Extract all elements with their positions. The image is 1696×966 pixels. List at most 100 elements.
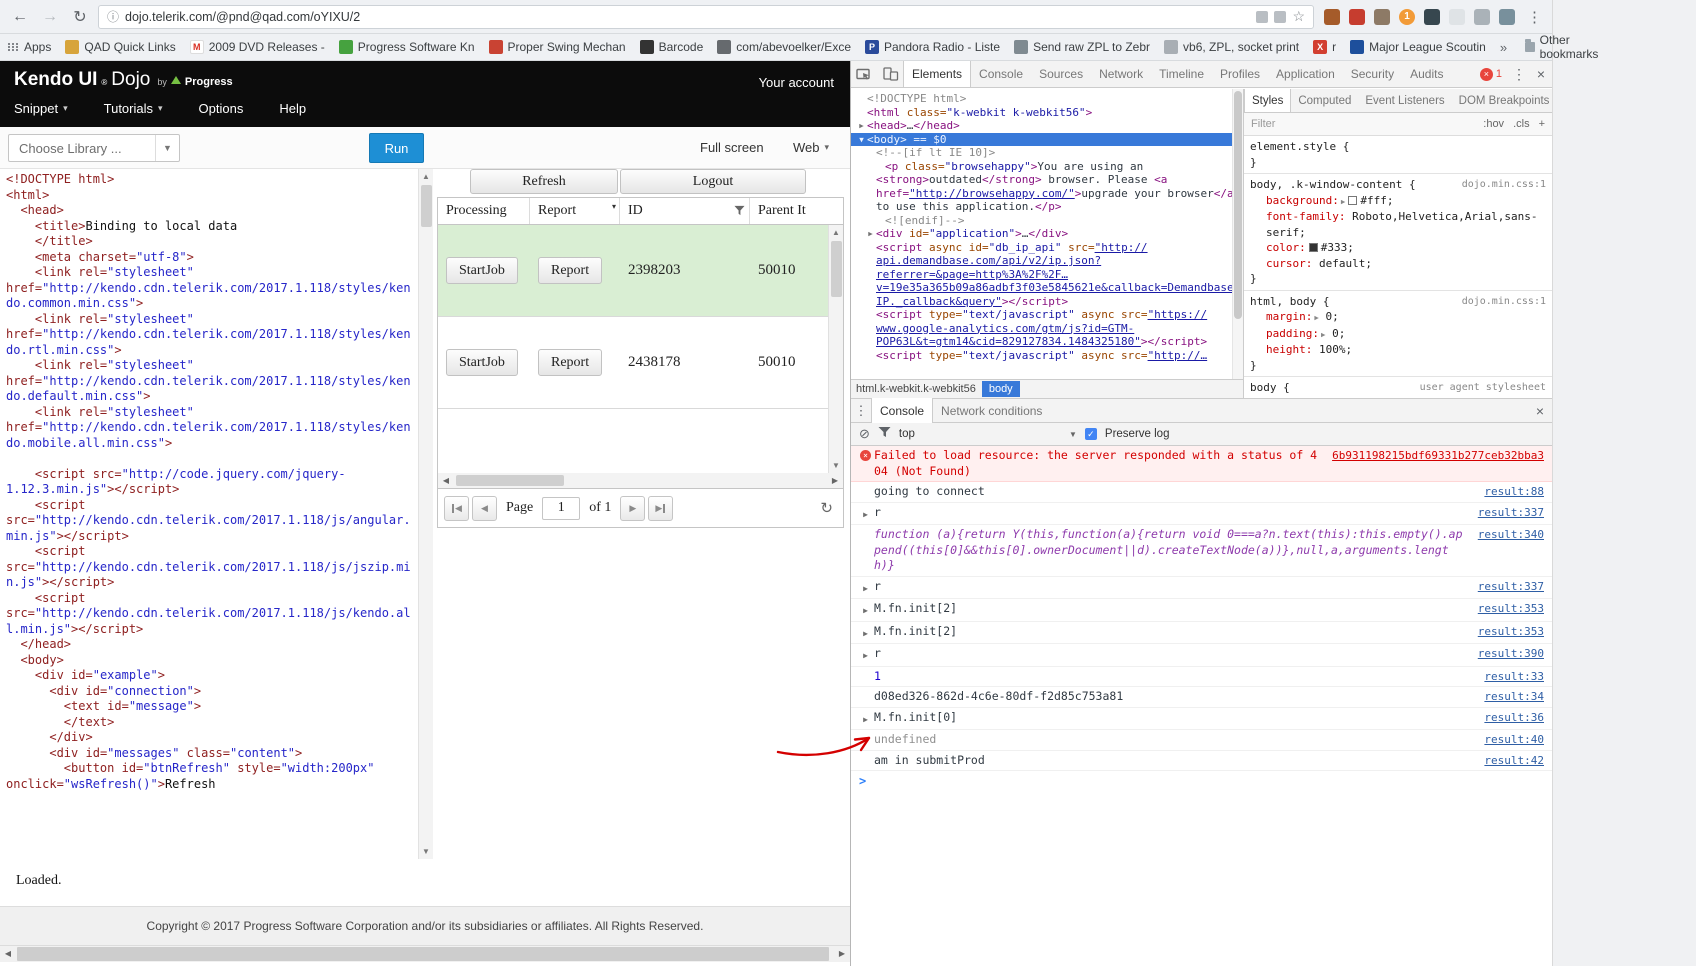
report-row-button[interactable]: Report [538,257,603,284]
inspect-element-icon[interactable] [851,61,877,87]
elements-tree-node[interactable]: to use this application.</p> [851,200,1243,214]
extension-icon[interactable] [1499,8,1515,25]
tab-audits[interactable]: Audits [1402,61,1451,87]
web-select[interactable]: Web ▾ [793,140,829,155]
report-row-button[interactable]: Report [538,349,603,376]
filter-icon[interactable] [878,425,891,443]
drawer-menu-icon[interactable]: ⋮ [851,403,871,419]
menu-help[interactable]: Help [279,101,306,116]
pager-last-button[interactable]: ▶ [648,495,674,521]
styles-tab-dom-breakpoints[interactable]: DOM Breakpoints [1452,89,1552,112]
choose-library-select[interactable]: Choose Library ... ▼ [8,134,180,162]
error-count-badge[interactable]: × 1 [1479,67,1502,81]
scroll-down-arrow[interactable]: ▼ [829,458,843,473]
tab-application[interactable]: Application [1268,61,1343,87]
other-bookmarks[interactable]: Other bookmarks [1525,33,1603,61]
elements-tree-node[interactable]: href="http://browsehappy.com/">upgrade y… [851,187,1243,201]
elements-tree-node[interactable]: <!--[if lt IE 10]> [851,146,1243,160]
elements-tree-node[interactable]: <strong>outdated</strong> browser. Pleas… [851,173,1243,187]
pager-refresh-icon[interactable]: ↻ [820,499,833,518]
grid-column-header-report[interactable]: Report ▾ [530,198,620,224]
extension-icon[interactable] [1324,8,1340,25]
scroll-right-arrow[interactable]: ▶ [827,473,843,488]
grid-column-header-id[interactable]: ID [620,198,750,224]
extension-icon[interactable] [1349,8,1365,25]
drawer-tab-console[interactable]: Console [871,397,934,424]
grid-vertical-scrollbar[interactable]: ▲ ▼ [828,225,843,473]
menu-snippet[interactable]: Snippet ▾ [14,101,68,116]
new-rule-button[interactable]: + [1539,118,1545,130]
expand-arrow-icon[interactable]: ▶ [863,603,868,619]
scroll-left-arrow[interactable]: ◀ [438,473,454,488]
scroll-up-arrow[interactable]: ▲ [829,225,843,240]
bookmark-item[interactable]: Send raw ZPL to Zebr [1014,40,1150,54]
elements-tree-node[interactable]: www.google-analytics.com/gtm/js?id=GTM- [851,322,1243,336]
url-text[interactable]: dojo.telerik.com/@pnd@qad.com/oYIXU/2 [125,10,1250,24]
kendo-logo[interactable]: Kendo UI ® Dojo by Progress [14,69,233,91]
expand-arrow-icon[interactable]: ▶ [863,626,868,642]
grid-column-header-parent-it[interactable]: Parent It [750,198,843,224]
expand-arrow-icon[interactable]: ▶ [863,712,868,728]
preserve-log-checkbox[interactable]: ✓ [1084,428,1097,440]
bookmark-item[interactable]: Xr [1313,40,1336,54]
styles-tab-event-listeners[interactable]: Event Listeners [1358,89,1451,112]
drawer-close-icon[interactable]: × [1528,403,1552,419]
elements-scrollbar[interactable] [1232,89,1243,379]
scroll-right-arrow[interactable]: ▶ [834,946,850,962]
expand-arrow-icon[interactable]: ▶ [863,581,868,597]
extension-icon[interactable] [1374,8,1390,25]
bookmark-item[interactable]: Progress Software Kn [338,40,475,54]
console-source-link[interactable]: result:337 [1478,505,1544,521]
bookmark-item[interactable]: Barcode [639,40,703,54]
page-number-input[interactable] [542,496,581,520]
elements-tree-node[interactable]: <script type="text/javascript" async src… [851,349,1243,363]
elements-tree-node[interactable]: <![endif]--> [851,214,1243,228]
refresh-button[interactable]: Refresh [470,169,618,194]
tab-timeline[interactable]: Timeline [1151,61,1212,87]
back-button[interactable]: ← [8,8,32,26]
elements-tree-node[interactable]: <script type="text/javascript" async src… [851,308,1243,322]
console-source-link[interactable]: 6b931198215bdf69331b277ceb32bba3 [1332,448,1544,464]
bookmark-item[interactable]: Proper Swing Mechan [488,40,626,54]
pager-first-button[interactable]: ◀ [444,495,469,521]
elements-tree-node[interactable]: referrer=&page=http%3A%2F%2F… [851,268,1243,282]
execution-context-select[interactable]: top ▼ [899,428,1077,440]
styles-filter-input[interactable]: Filter [1251,118,1275,130]
bookmark-item[interactable]: com/abevoelker/Exce [717,40,851,54]
browser-menu-icon[interactable]: ⋮ [1527,8,1542,26]
expand-arrow-icon[interactable]: ▼ [856,133,867,147]
elements-tree-node[interactable]: <html class="k-webkit k-webkit56"> [851,106,1243,120]
menu-options[interactable]: Options [199,101,244,116]
styles-tab-styles[interactable]: Styles [1244,89,1292,112]
extension-icon[interactable] [1449,8,1465,25]
run-button[interactable]: Run [369,133,424,163]
elements-tree-node[interactable]: ▼ <body> == $0 [851,132,1243,147]
pager-next-button[interactable]: ▶ [620,495,646,521]
grid-horizontal-scrollbar[interactable]: ◀ ▶ [438,473,843,489]
tab-network[interactable]: Network [1091,61,1151,87]
filter-funnel-icon[interactable] [734,205,745,221]
startjob-button[interactable]: StartJob [446,349,518,376]
bookmarks-overflow-chevron[interactable]: » [1500,40,1507,55]
pseudo-state-button[interactable]: :hov [1483,118,1504,130]
bookmark-item[interactable]: vb6, ZPL, socket print [1164,40,1299,54]
extension-icon[interactable] [1424,8,1440,25]
bookmark-item[interactable]: P Pandora Radio - Liste [865,40,1000,54]
scroll-up-arrow[interactable]: ▲ [419,169,433,184]
stylesheet-link[interactable]: dojo.min.css:1 [1462,177,1546,193]
console-source-link[interactable]: result:88 [1484,484,1544,500]
console-source-link[interactable]: result:353 [1478,624,1544,640]
breadcrumb-body[interactable]: body [981,381,1020,397]
console-source-link[interactable]: result:42 [1484,753,1544,769]
grid-column-header-processing[interactable]: Processing [438,198,530,224]
scrollbar-thumb[interactable] [421,185,432,227]
stylesheet-link[interactable]: user agent stylesheet [1420,380,1546,396]
breadcrumb-html[interactable]: html.k-webkit.k-webkit56 [856,383,976,395]
console-source-link[interactable]: result:353 [1478,601,1544,617]
page-info-icon[interactable]: ⓘ [107,8,119,25]
expand-arrow-icon[interactable]: ▶ [863,507,868,523]
elements-tree-node[interactable]: <!DOCTYPE html> [851,92,1243,106]
elements-tree-node[interactable]: v=19e35a365b09a86adbf3f03e5845621e&callb… [851,281,1243,295]
bookmark-star-icon[interactable]: ☆ [1292,8,1305,25]
tab-profiles[interactable]: Profiles [1212,61,1268,87]
